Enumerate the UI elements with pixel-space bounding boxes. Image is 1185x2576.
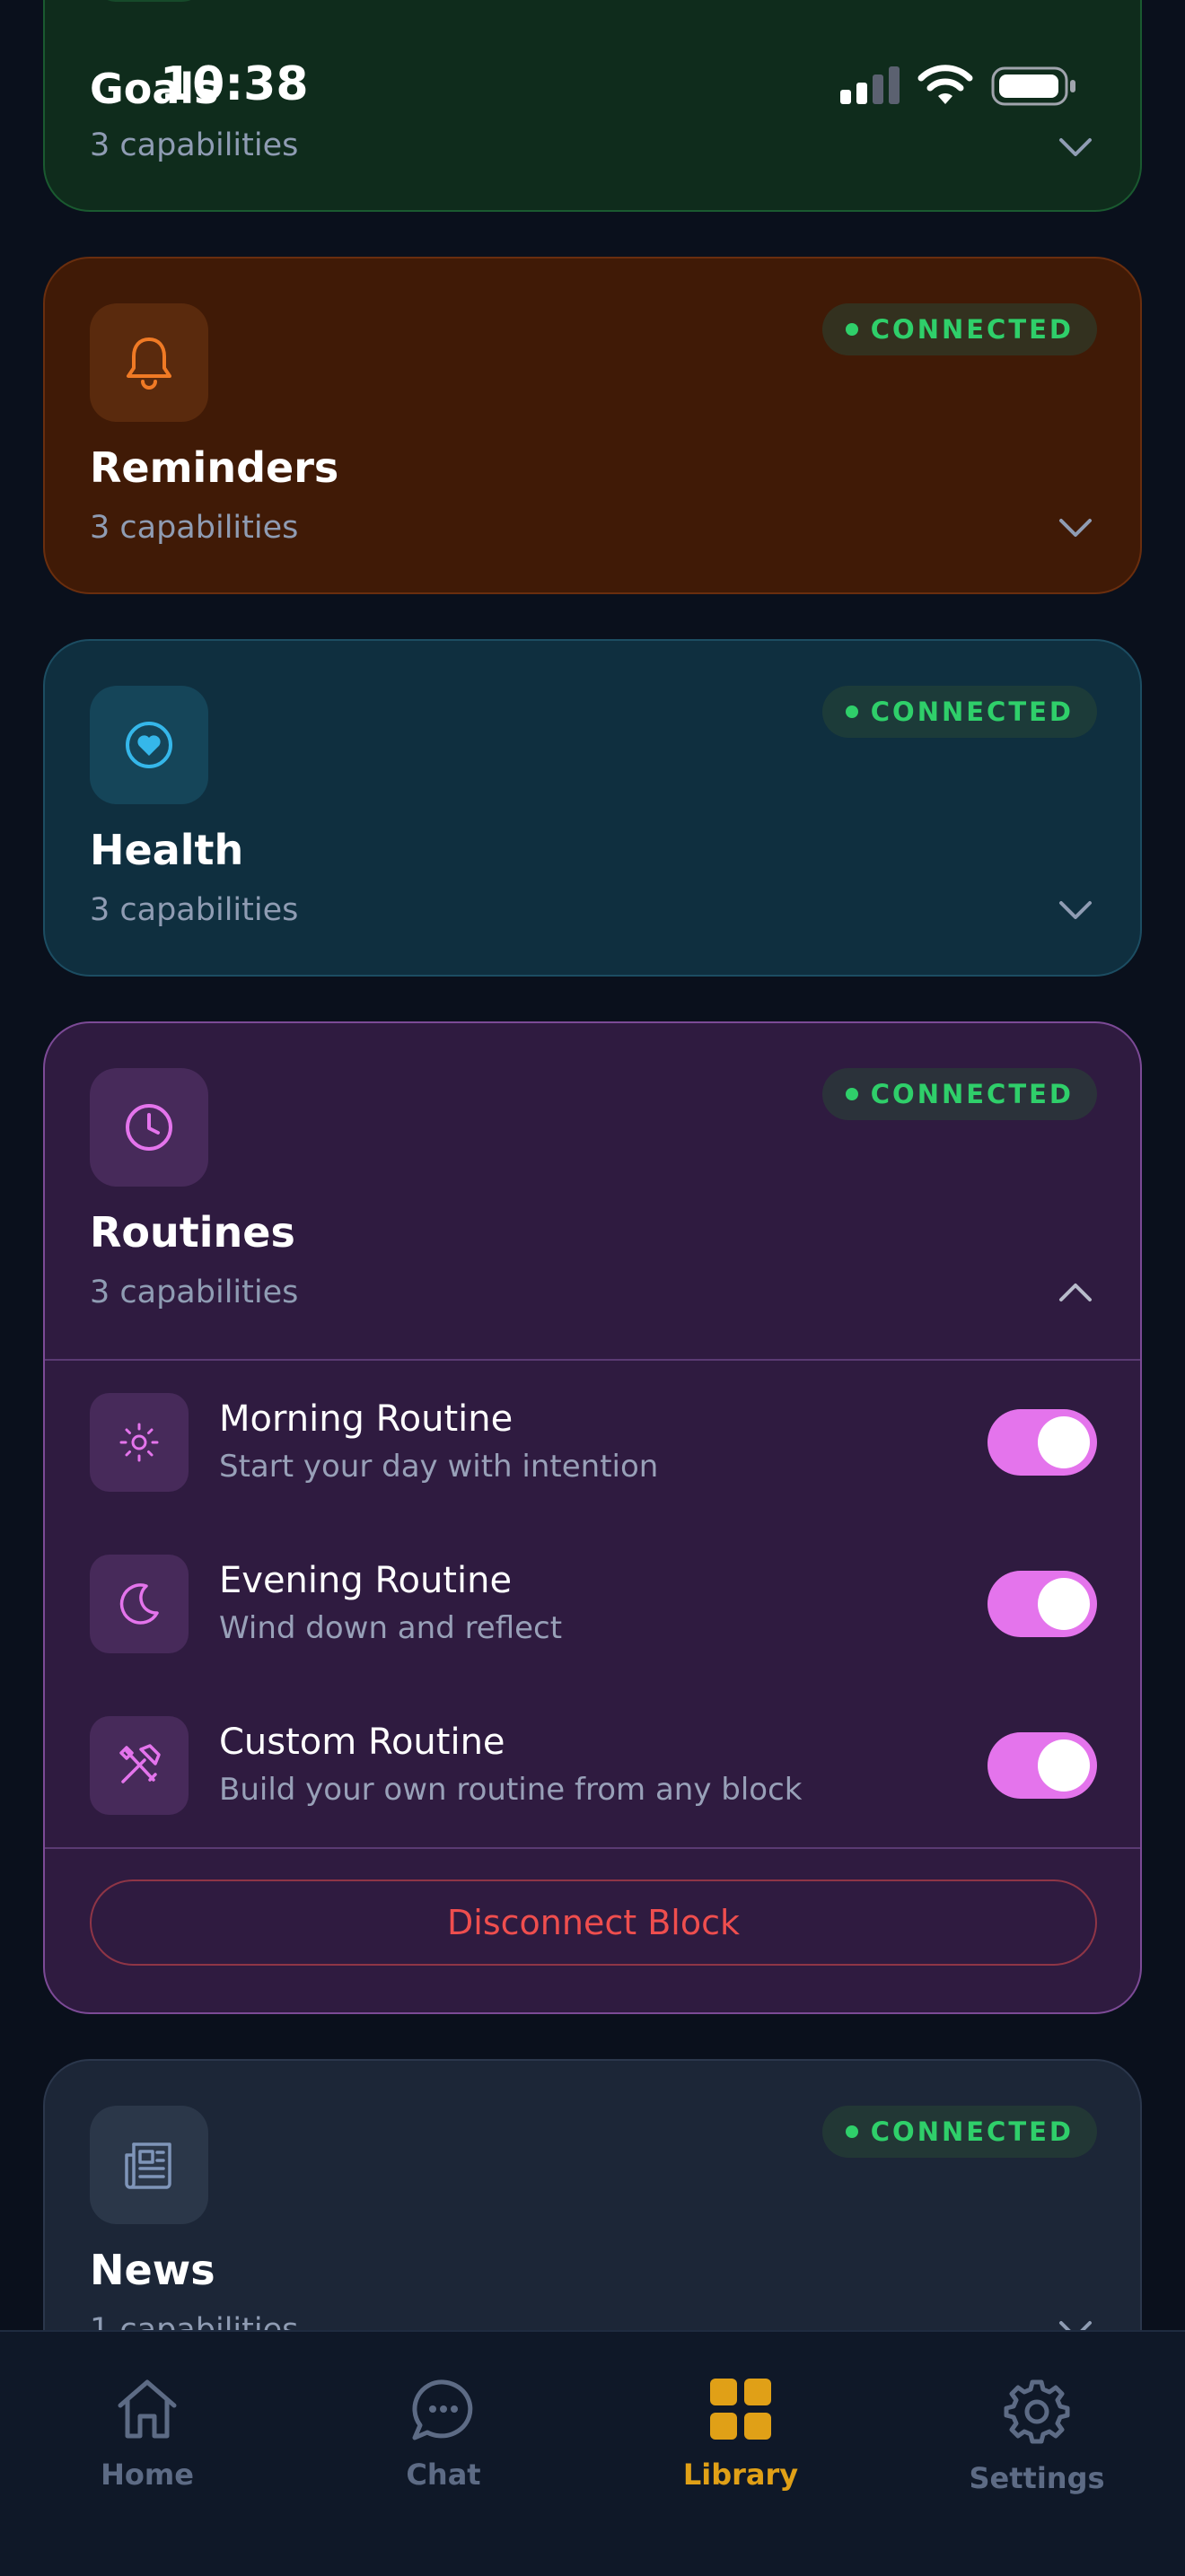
status-time: 10:38 — [160, 57, 309, 111]
divider — [45, 1359, 1140, 1361]
reminders-title: Reminders — [90, 443, 339, 492]
health-icon-box — [90, 686, 208, 804]
cap-icon-box — [90, 1555, 189, 1653]
reminders-icon-box — [90, 303, 208, 422]
custom-routine-toggle[interactable] — [988, 1732, 1097, 1799]
tab-label: Home — [101, 2458, 194, 2492]
tools-icon — [119, 1744, 161, 1783]
reminders-card[interactable]: CONNECTED Reminders 3 capabilities — [43, 257, 1142, 594]
sun-icon — [119, 1423, 159, 1462]
status-badge: CONNECTED — [821, 303, 1097, 355]
toggle-knob — [1038, 1416, 1090, 1468]
status-dot — [845, 1088, 858, 1100]
capability-description: Wind down and reflect — [219, 1610, 563, 1646]
news-icon-box — [90, 2106, 208, 2224]
health-title: Health — [90, 826, 244, 874]
tab-home[interactable]: Home — [57, 2377, 237, 2492]
bottom-tab-bar: Home Chat Library Settings — [0, 2330, 1185, 2576]
home-icon — [118, 2379, 177, 2439]
chevron-down-icon[interactable] — [1058, 899, 1093, 921]
evening-routine-toggle[interactable] — [988, 1571, 1097, 1637]
tab-label: Library — [682, 2458, 799, 2492]
tab-settings[interactable]: Settings — [947, 2377, 1127, 2495]
news-title: News — [90, 2246, 215, 2294]
capability-row-evening-routine: Evening Routine Wind down and reflect — [90, 1555, 1097, 1653]
capability-title: Evening Routine — [219, 1560, 513, 1601]
cellular-signal-icon — [840, 66, 900, 104]
capability-title: Custom Routine — [219, 1722, 505, 1763]
toggle-knob — [1038, 1739, 1090, 1792]
toggle-knob — [1038, 1578, 1090, 1630]
health-capabilities-count: 3 capabilities — [90, 892, 299, 928]
capability-row-custom-routine: Custom Routine Build your own routine fr… — [90, 1716, 1097, 1815]
morning-routine-toggle[interactable] — [988, 1409, 1097, 1476]
routines-capabilities-count: 3 capabilities — [90, 1275, 299, 1310]
disconnect-block-button[interactable]: Disconnect Block — [90, 1879, 1097, 1966]
battery-icon — [991, 66, 1075, 106]
capability-title: Morning Routine — [219, 1398, 514, 1440]
status-badge-text: CONNECTED — [870, 1079, 1074, 1109]
status-badge-text: CONNECTED — [870, 314, 1074, 345]
tab-library[interactable]: Library — [651, 2377, 830, 2492]
clock-icon — [126, 1104, 172, 1151]
reminders-capabilities-count: 3 capabilities — [90, 510, 299, 546]
newspaper-icon — [125, 2142, 171, 2189]
tab-chat[interactable]: Chat — [354, 2377, 533, 2492]
capability-description: Start your day with intention — [219, 1449, 659, 1485]
chevron-down-icon[interactable] — [1058, 517, 1093, 539]
status-badge: CONNECTED — [821, 1068, 1097, 1120]
status-badge-text: CONNECTED — [870, 697, 1074, 727]
status-badge: CONNECTED — [821, 686, 1097, 738]
capability-row-morning-routine: Morning Routine Start your day with inte… — [90, 1393, 1097, 1492]
heart-icon — [126, 722, 172, 768]
library-grid-icon — [710, 2379, 771, 2440]
divider — [45, 1847, 1140, 1849]
routines-icon-box — [90, 1068, 208, 1187]
health-card[interactable]: CONNECTED Health 3 capabilities — [43, 639, 1142, 977]
cap-icon-box — [90, 1716, 189, 1815]
gear-icon — [1004, 2379, 1070, 2444]
status-badge-text: CONNECTED — [870, 2116, 1074, 2147]
status-dot — [845, 2125, 858, 2138]
status-bar: 10:38 — [0, 0, 1185, 171]
cap-icon-box — [90, 1393, 189, 1492]
tab-label: Chat — [406, 2458, 481, 2492]
moon-icon — [119, 1583, 159, 1625]
chat-icon — [412, 2379, 473, 2440]
tab-label: Settings — [969, 2461, 1105, 2495]
status-dot — [845, 323, 858, 336]
status-badge: CONNECTED — [821, 2106, 1097, 2158]
bell-icon — [127, 337, 171, 390]
routines-card[interactable]: CONNECTED Routines 3 capabilities Mornin… — [43, 1021, 1142, 2014]
status-dot — [845, 705, 858, 718]
chevron-up-icon[interactable] — [1058, 1282, 1093, 1303]
capability-description: Build your own routine from any block — [219, 1772, 803, 1808]
wifi-icon — [917, 65, 973, 104]
routines-title: Routines — [90, 1208, 295, 1257]
